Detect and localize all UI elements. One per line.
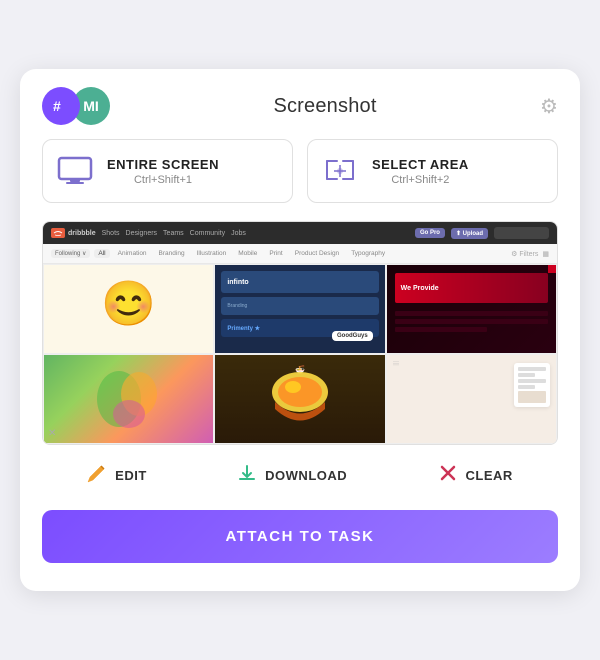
attach-to-task-button[interactable]: ATTACH TO TASK xyxy=(42,510,558,563)
close-small-icon: ✕ xyxy=(48,428,56,439)
filter-icon: ⚙ Filters xyxy=(511,250,538,258)
download-label: DOWNLOAD xyxy=(265,468,347,483)
clear-icon xyxy=(438,463,458,488)
go-pro-btn: Go Pro xyxy=(415,228,445,238)
goodguys-label: GoodGuys xyxy=(332,331,373,341)
edit-button[interactable]: EDIT xyxy=(77,459,157,492)
capture-options: ENTIRE SCREEN Ctrl+Shift+1 xyxy=(20,139,580,221)
corner-accent xyxy=(548,265,556,273)
main-card: # MI Screenshot ⚙ ENTIRE SCREEN Ctrl+Shi… xyxy=(20,69,580,591)
dribbble-logo: dribbble xyxy=(51,228,96,238)
gear-icon[interactable]: ⚙ xyxy=(540,94,558,119)
preview-cell-4: ✕ xyxy=(43,354,214,444)
avatars: # MI xyxy=(42,87,110,125)
entire-screen-text: ENTIRE SCREEN Ctrl+Shift+1 xyxy=(107,157,219,186)
entire-screen-label: ENTIRE SCREEN xyxy=(107,157,219,172)
filter-bar: Following ∨ All Animation Branding Illus… xyxy=(43,244,557,264)
header: # MI Screenshot ⚙ xyxy=(20,69,580,139)
entire-screen-button[interactable]: ENTIRE SCREEN Ctrl+Shift+1 xyxy=(42,139,293,203)
browser-right-controls: Go Pro ⬆ Upload xyxy=(415,227,549,239)
edit-icon xyxy=(87,463,107,488)
browser-nav-items: Shots Designers Teams Community Jobs xyxy=(102,230,246,237)
preview-cell-5: 🍜 xyxy=(214,354,385,444)
preview-grid: 😊 infinto Branding Primenty ★ GoodGuys xyxy=(43,264,557,444)
monitor-icon xyxy=(57,156,93,186)
entire-screen-shortcut: Ctrl+Shift+1 xyxy=(107,174,219,186)
select-area-label: SELECT AREA xyxy=(372,157,469,172)
svg-text:#: # xyxy=(53,98,61,114)
clear-label: CLEAR xyxy=(466,468,513,483)
select-area-text: SELECT AREA Ctrl+Shift+2 xyxy=(372,157,469,186)
download-icon xyxy=(237,463,257,488)
preview-cell-1: 😊 xyxy=(43,264,214,354)
following-button: Following ∨ xyxy=(51,249,90,258)
select-area-button[interactable]: SELECT AREA Ctrl+Shift+2 xyxy=(307,139,558,203)
preview-cell-2: infinto Branding Primenty ★ GoodGuys xyxy=(214,264,385,354)
select-area-shortcut: Ctrl+Shift+2 xyxy=(372,174,469,186)
preview-cell-6: ||| xyxy=(386,354,557,444)
browser-nav-bar: dribbble Shots Designers Teams Community… xyxy=(43,222,557,244)
edit-label: EDIT xyxy=(115,468,147,483)
browser-preview: dribbble Shots Designers Teams Community… xyxy=(42,221,558,445)
avatar-main: # xyxy=(42,87,80,125)
preview-cell-3: We Provide xyxy=(386,264,557,354)
grid-icon: ▦ xyxy=(542,250,549,258)
light-card-mockup xyxy=(514,363,550,407)
download-button[interactable]: DOWNLOAD xyxy=(227,459,357,492)
select-area-icon xyxy=(322,156,358,186)
emoji-icon: 😊 xyxy=(101,283,156,327)
action-bar: EDIT DOWNLOAD CLEAR xyxy=(20,445,580,498)
browser-search-bar xyxy=(494,227,549,239)
page-title: Screenshot xyxy=(273,95,376,118)
clear-button[interactable]: CLEAR xyxy=(428,459,523,492)
upload-btn: ⬆ Upload xyxy=(451,228,488,239)
